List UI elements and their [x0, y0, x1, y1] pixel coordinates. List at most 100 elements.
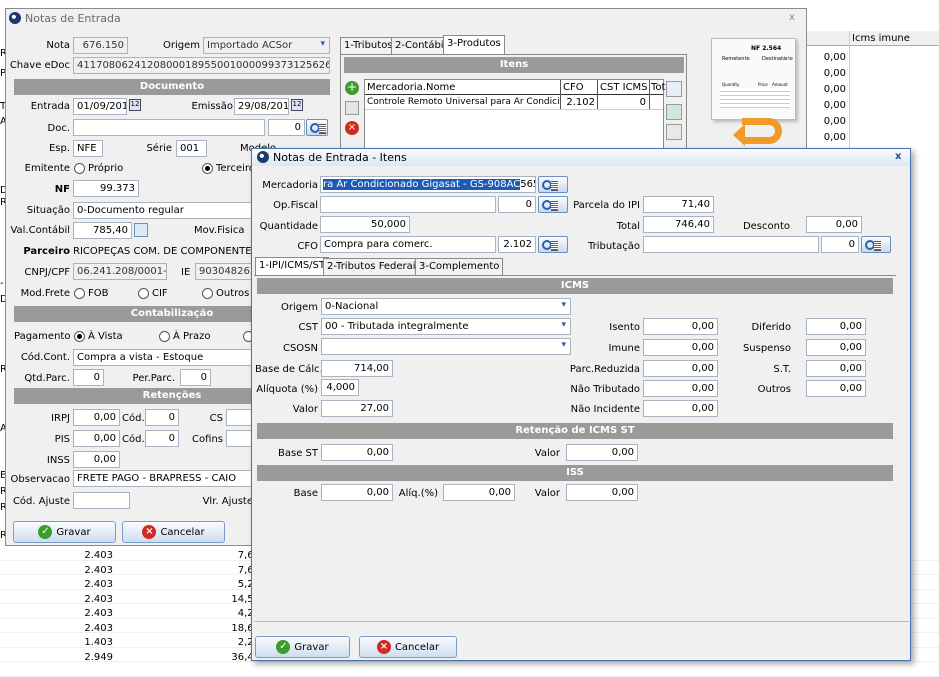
frete-outros-radio[interactable]	[202, 288, 213, 299]
issaliq-field[interactable]: 0,00	[443, 484, 515, 501]
suspenso-field[interactable]: 0,00	[806, 339, 866, 356]
pis-cod-field[interactable]: 0	[145, 430, 179, 447]
col-tot[interactable]: Tot	[651, 82, 665, 93]
situacao-field[interactable]: 0-Documento regular	[73, 202, 253, 219]
imune-field[interactable]: 0,00	[643, 339, 718, 356]
serie-field[interactable]: 001	[176, 140, 207, 157]
col-mercadoria[interactable]: Mercadoria.Nome	[367, 82, 455, 93]
naoincidente-field[interactable]: 0,00	[643, 400, 718, 417]
close-icon[interactable]: x	[789, 12, 795, 23]
cancelar-button[interactable]: × Cancelar	[122, 521, 225, 543]
issvalor-field[interactable]: 0,00	[566, 484, 638, 501]
close-icon[interactable]: x	[895, 151, 901, 162]
basest-field[interactable]: 0,00	[321, 444, 393, 461]
st-field[interactable]: 0,00	[806, 360, 866, 377]
diferido-field[interactable]: 0,00	[806, 318, 866, 335]
cfo-field[interactable]: Compra para comerc.	[320, 236, 496, 253]
refresh-item-icon[interactable]	[666, 104, 682, 120]
col-cst-icms[interactable]: CST ICMS	[600, 82, 648, 93]
doc-code[interactable]: 0	[268, 119, 305, 136]
parcred-field[interactable]: 0,00	[643, 360, 718, 377]
search-item-icon[interactable]	[666, 81, 682, 97]
parcipi-field[interactable]: 71,40	[643, 196, 714, 213]
base-calc-field[interactable]: 714,00	[321, 360, 393, 377]
mercadoria-field[interactable]: ra Ar Condicionado Gigasat - GS-908AC565…	[320, 176, 536, 193]
chave-field[interactable]: 4117080624120800018955001000099373125626…	[73, 57, 330, 74]
entrada-date[interactable]: 01/09/2017	[73, 98, 127, 115]
valor-field[interactable]: 27,00	[321, 400, 393, 417]
perparc-field[interactable]: 0	[180, 369, 211, 386]
irpj-cod-field[interactable]: 0	[145, 409, 179, 426]
isento-label: Isento	[609, 322, 640, 333]
doc-lookup-icon[interactable]	[306, 119, 328, 136]
pis-field[interactable]: 0,00	[73, 430, 120, 447]
col-cfo[interactable]: CFO	[563, 82, 584, 93]
tab-tributos-federais[interactable]: 2-Tributos Federais	[323, 258, 425, 276]
calendar-icon[interactable]: 12	[291, 99, 303, 111]
emitente-proprio-radio[interactable]	[74, 163, 85, 174]
qtdparc-field[interactable]: 0	[73, 369, 104, 386]
nf-field[interactable]: 99.373	[73, 180, 139, 197]
valcontabil-field[interactable]: 785,40	[73, 222, 132, 239]
tab-complemento[interactable]: 3-Complemento	[415, 258, 504, 276]
opfiscal-lookup-icon[interactable]	[538, 196, 568, 213]
emissao-date[interactable]: 29/08/2017	[234, 98, 289, 115]
pagamento-avista-radio[interactable]	[74, 331, 85, 342]
parceiro-value: RICOPEÇAS COM. DE COMPONENTES EL	[73, 246, 273, 257]
csosn-select[interactable]	[321, 338, 571, 355]
mercadoria-lookup-icon[interactable]	[538, 176, 568, 193]
print-item-icon[interactable]	[666, 124, 682, 140]
inss-field[interactable]: 0,00	[73, 451, 120, 468]
origem-select[interactable]: Importado ACSor	[203, 37, 330, 54]
cnpj-field[interactable]: 06.241.208/0001-89	[73, 263, 167, 280]
aliquota-field[interactable]: 4,000	[321, 379, 359, 396]
esp-field[interactable]: NFE	[73, 140, 103, 157]
gravar-button[interactable]: ✓ Gravar	[255, 636, 350, 658]
gravar-label: Gravar	[294, 641, 329, 653]
tributacao-lookup-icon[interactable]	[861, 236, 891, 253]
emitente-terceiros-radio[interactable]	[202, 163, 213, 174]
tributacao-label: Tributação	[587, 241, 640, 252]
pagamento-aprazo-radio[interactable]	[159, 331, 170, 342]
naotributado-label: Não Tributado	[570, 384, 640, 395]
tab-contabil[interactable]: 2-Contábil	[391, 37, 451, 55]
opfiscal-code[interactable]: 0	[498, 196, 536, 213]
cancelar-button[interactable]: × Cancelar	[359, 636, 457, 658]
doc-field[interactable]	[73, 119, 265, 136]
issbase-field[interactable]: 0,00	[321, 484, 393, 501]
frete-fob-radio[interactable]	[74, 288, 85, 299]
tributacao-code[interactable]: 0	[821, 236, 859, 253]
valorst-field[interactable]: 0,00	[566, 444, 638, 461]
outros-field[interactable]: 0,00	[806, 380, 866, 397]
tab-tributos[interactable]: 1-Tributos	[340, 37, 397, 55]
tab-ipi-icms-st[interactable]: 1-IPI/ICMS/ST	[255, 257, 330, 276]
codajuste-field[interactable]	[73, 492, 130, 509]
calendar-icon[interactable]: 12	[129, 99, 141, 111]
gravar-button[interactable]: ✓ Gravar	[13, 521, 116, 543]
total-field[interactable]: 746,40	[643, 216, 714, 233]
cst-select[interactable]: 00 - Tributada integralmente	[321, 318, 571, 335]
quantidade-field[interactable]: 50,000	[320, 216, 410, 233]
ie-field[interactable]: 9030482635	[195, 263, 253, 280]
codcont-field[interactable]: Compra a vista - Estoque	[73, 349, 253, 366]
desconto-field[interactable]: 0,00	[806, 216, 862, 233]
irpj-field[interactable]: 0,00	[73, 409, 120, 426]
frete-cif-radio[interactable]	[138, 288, 149, 299]
isento-field[interactable]: 0,00	[643, 318, 718, 335]
origem-select[interactable]: 0-Nacional	[321, 298, 571, 315]
edit-item-icon[interactable]	[345, 101, 359, 115]
tab-produtos[interactable]: 3-Produtos	[443, 35, 505, 55]
bg-row-qty: 2.403	[84, 622, 113, 634]
calculator-icon[interactable]	[134, 223, 148, 237]
cfo-lookup-icon[interactable]	[538, 236, 568, 253]
add-item-icon[interactable]: +	[345, 81, 359, 95]
nota-field[interactable]: 676.150	[73, 37, 128, 54]
tributacao-field[interactable]	[643, 236, 819, 253]
cfo-code[interactable]: 2.102	[498, 236, 536, 253]
bg-row-qty: 2.403	[84, 579, 113, 590]
remove-item-icon[interactable]: ×	[345, 121, 359, 135]
observacao-field[interactable]: FRETE PAGO - BRAPRESS - CAIO	[73, 470, 253, 487]
naotributado-field[interactable]: 0,00	[643, 380, 718, 397]
opfiscal-field[interactable]	[320, 196, 496, 213]
app-logo-icon	[257, 151, 269, 163]
